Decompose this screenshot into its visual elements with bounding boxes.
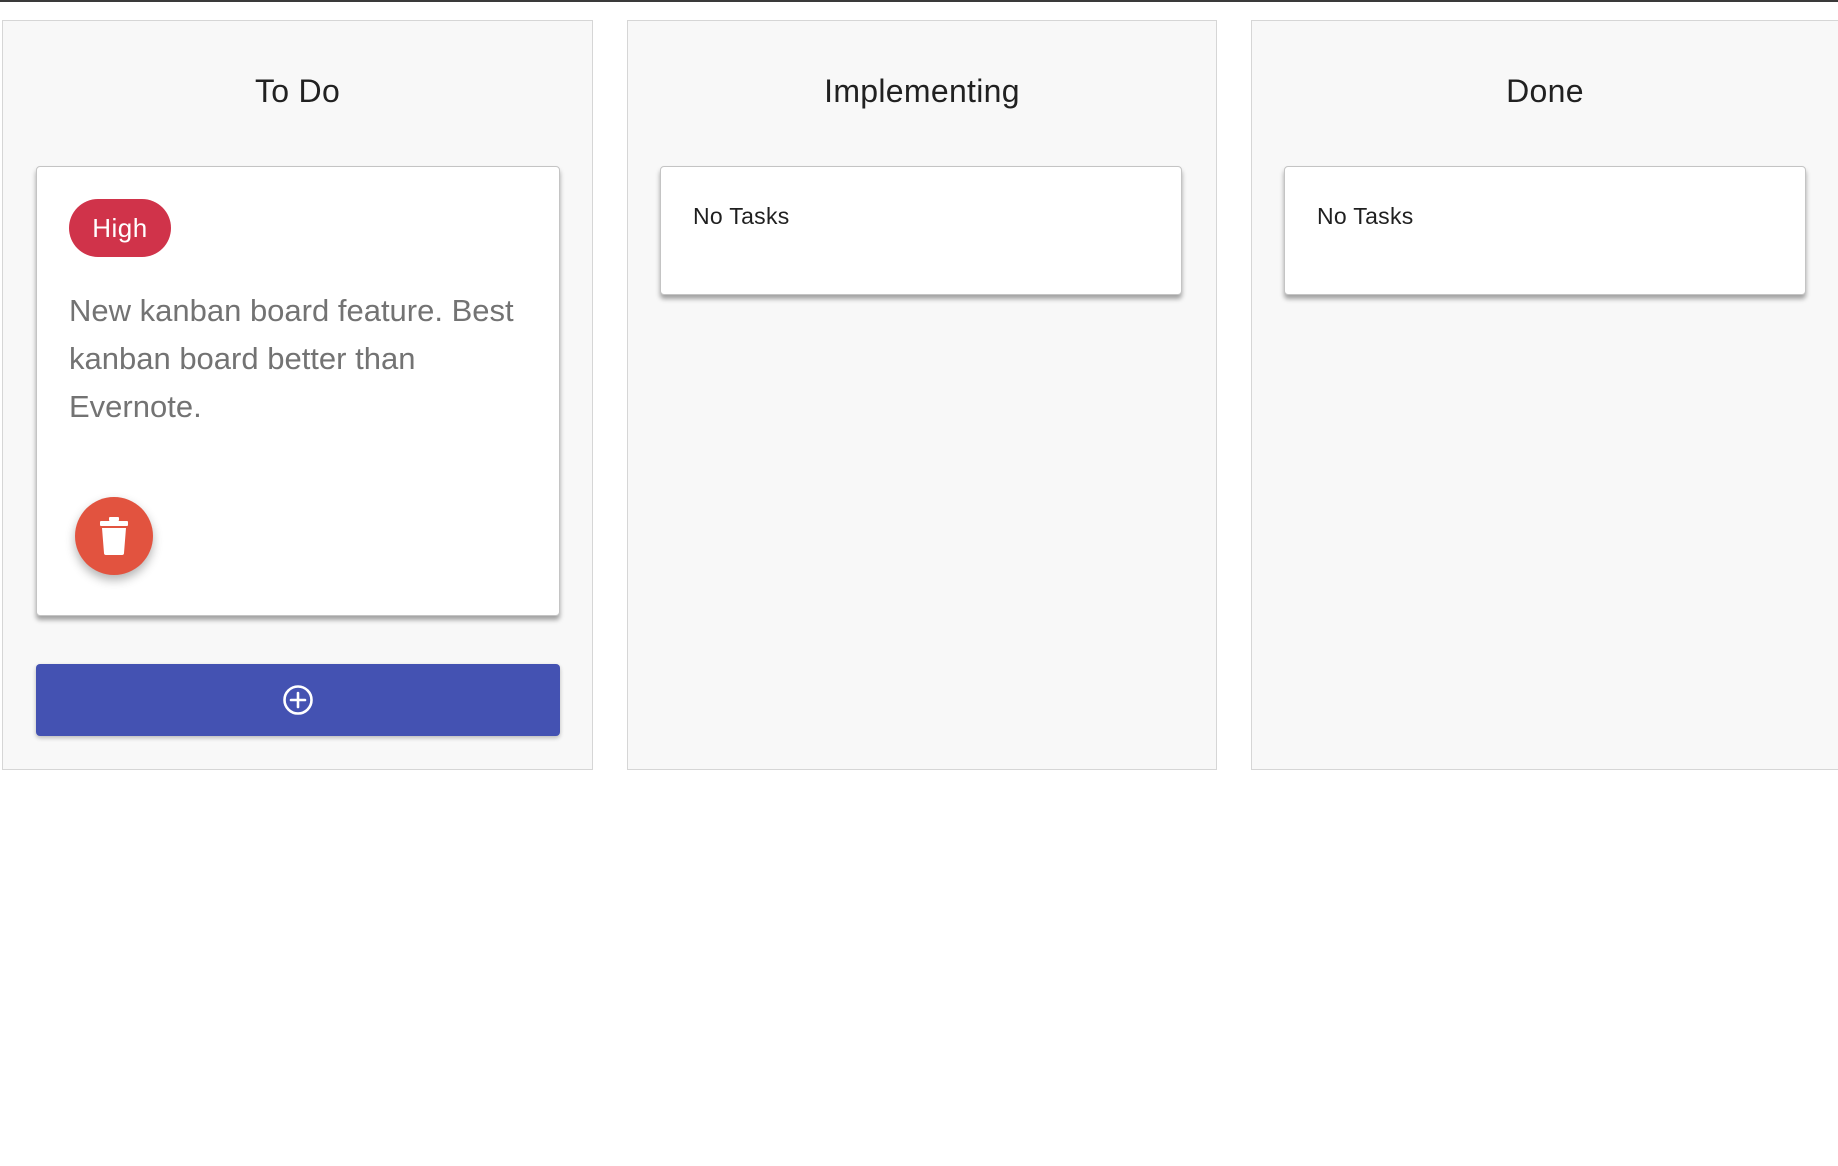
task-description: New kanban board feature. Best kanban bo… xyxy=(69,293,514,424)
empty-task-card: No Tasks xyxy=(660,166,1182,295)
task-card[interactable]: High New kanban board feature. Best kanb… xyxy=(36,166,560,616)
column-todo: To Do High New kanban board feature. Bes… xyxy=(2,20,593,770)
priority-badge: High xyxy=(69,199,171,257)
no-tasks-label: No Tasks xyxy=(693,203,790,229)
column-done: Done No Tasks xyxy=(1251,20,1838,770)
no-tasks-label: No Tasks xyxy=(1317,203,1414,229)
delete-task-button[interactable] xyxy=(75,497,153,575)
trash-icon xyxy=(100,517,128,555)
plus-circle-icon xyxy=(283,685,313,715)
column-title: Implementing xyxy=(824,73,1020,109)
column-title: Done xyxy=(1506,73,1584,109)
column-title: To Do xyxy=(254,73,341,109)
column-implementing: Implementing No Tasks xyxy=(627,20,1217,770)
empty-task-card: No Tasks xyxy=(1284,166,1806,295)
kanban-board: To Do High New kanban board feature. Bes… xyxy=(0,0,1838,1166)
add-task-button[interactable] xyxy=(36,664,560,736)
